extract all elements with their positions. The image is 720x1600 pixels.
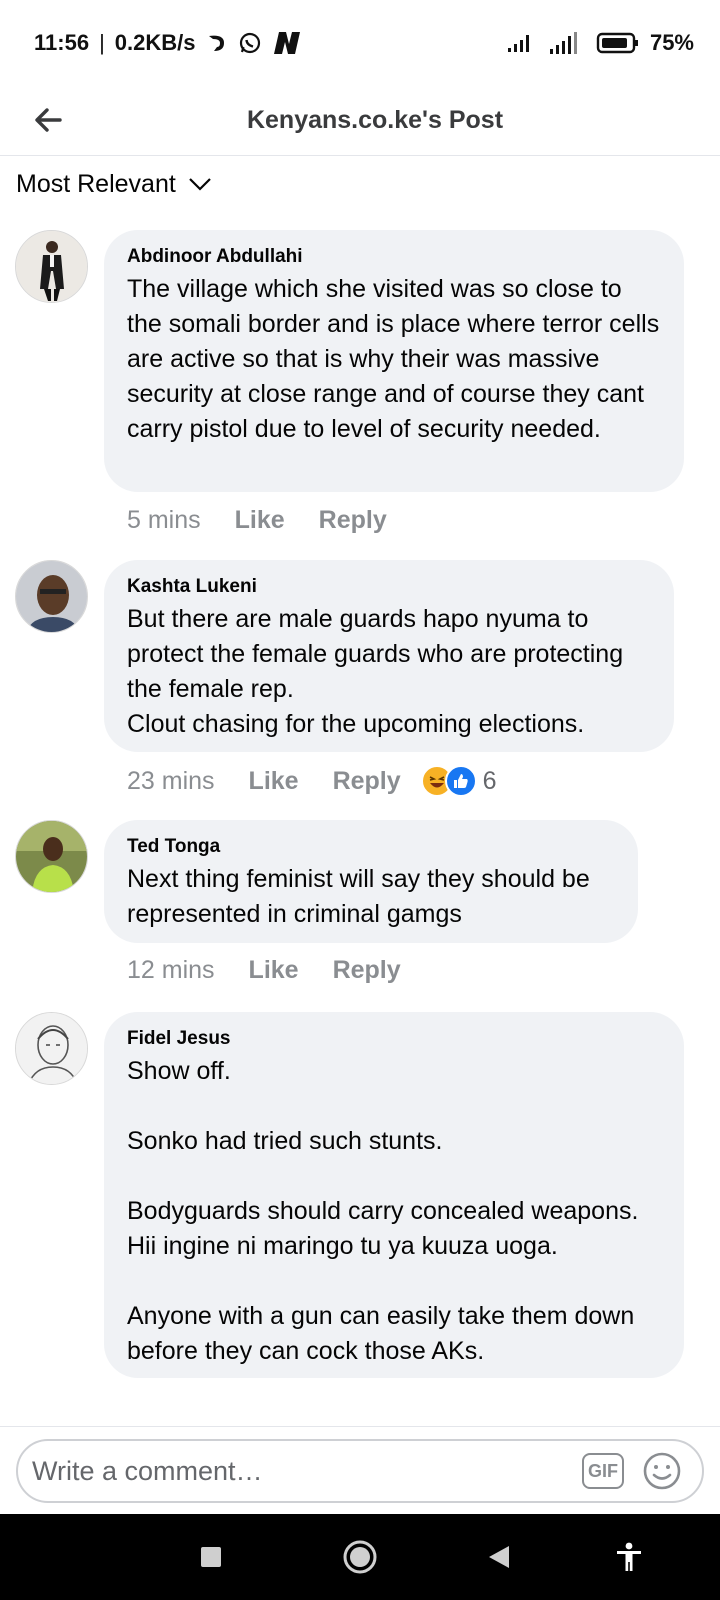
recents-square-icon xyxy=(201,1547,221,1567)
n-logo-icon xyxy=(272,30,302,56)
avatar[interactable] xyxy=(15,820,88,893)
comment-bubble: Kashta Lukeni But there are male guards … xyxy=(104,560,674,752)
hotspot-icon xyxy=(206,32,228,54)
comment-author[interactable]: Fidel Jesus xyxy=(127,1028,662,1050)
screen: 11:56 | 0.2KB/s 75% Kenyans.co.ke's Post… xyxy=(0,0,720,1600)
comment-bubble: Abdinoor Abdullahi The village which she… xyxy=(104,230,684,492)
like-icon xyxy=(444,765,477,797)
comment-text: But there are male guards hapo nyuma to … xyxy=(127,605,624,738)
system-nav-bar xyxy=(0,1514,720,1600)
comment-time[interactable]: 12 mins xyxy=(127,956,215,985)
comment-author[interactable]: Ted Tonga xyxy=(127,836,616,858)
comment-time[interactable]: 5 mins xyxy=(127,506,201,535)
sort-dropdown[interactable]: Most Relevant xyxy=(16,164,212,204)
status-right: 75% xyxy=(506,30,694,56)
status-bar: 11:56 | 0.2KB/s 75% xyxy=(0,0,720,86)
comment-meta: 23 mins Like Reply 6 xyxy=(127,765,497,797)
back-triangle-icon xyxy=(489,1546,509,1568)
like-button[interactable]: Like xyxy=(249,767,299,796)
whatsapp-icon xyxy=(238,31,262,55)
like-button[interactable]: Like xyxy=(235,506,285,535)
status-left: 11:56 | 0.2KB/s xyxy=(34,30,302,56)
sort-label: Most Relevant xyxy=(16,169,176,198)
home-circle-icon xyxy=(343,1540,377,1574)
battery-icon xyxy=(596,31,640,55)
gif-button[interactable]: GIF xyxy=(582,1453,624,1489)
reply-button[interactable]: Reply xyxy=(319,506,387,535)
home-button[interactable] xyxy=(337,1534,383,1580)
comment-composer: GIF xyxy=(16,1439,704,1503)
reaction-count: 6 xyxy=(482,766,497,795)
comment-input[interactable] xyxy=(32,1455,552,1487)
reply-button[interactable]: Reply xyxy=(333,767,401,796)
avatar[interactable] xyxy=(15,560,88,633)
page-title: Kenyans.co.ke's Post xyxy=(246,106,504,134)
comment-text: Show off. Sonko had tried such stunts. B… xyxy=(127,1057,639,1365)
like-button[interactable]: Like xyxy=(249,956,299,985)
comment-author[interactable]: Abdinoor Abdullahi xyxy=(127,246,662,268)
post-header: Kenyans.co.ke's Post xyxy=(0,86,720,156)
battery-percent: 75% xyxy=(649,30,694,55)
avatar[interactable] xyxy=(15,1012,88,1085)
avatar[interactable] xyxy=(15,230,88,303)
comment-author[interactable]: Kashta Lukeni xyxy=(127,576,652,598)
accessibility-button[interactable] xyxy=(606,1534,652,1580)
chevron-down-icon xyxy=(189,178,211,191)
signal-icon xyxy=(506,32,534,54)
emoji-icon xyxy=(643,1452,681,1490)
comment-bubble: Fidel Jesus Show off. Sonko had tried su… xyxy=(104,1012,684,1378)
signal-4g-icon xyxy=(544,30,586,56)
status-net-speed: 0.2KB/s xyxy=(114,30,196,55)
status-time: 11:56 xyxy=(34,30,90,55)
status-separator: | xyxy=(99,30,105,55)
reactions-summary[interactable]: 6 xyxy=(420,765,497,797)
comment-bubble: Ted Tonga Next thing feminist will say t… xyxy=(104,820,638,943)
recents-button[interactable] xyxy=(188,1534,234,1580)
comment-composer-bar: GIF xyxy=(0,1426,720,1514)
comment-meta: 12 mins Like Reply xyxy=(127,956,435,985)
accessibility-icon xyxy=(617,1542,641,1571)
comment-time[interactable]: 23 mins xyxy=(127,767,215,796)
comment-text: The village which she visited was so clo… xyxy=(127,275,660,443)
back-nav-button[interactable] xyxy=(476,1534,522,1580)
comment-text: Next thing feminist will say they should… xyxy=(127,865,590,928)
comment-meta: 5 mins Like Reply xyxy=(127,506,421,535)
emoji-button[interactable] xyxy=(642,1451,682,1491)
reply-button[interactable]: Reply xyxy=(333,956,401,985)
